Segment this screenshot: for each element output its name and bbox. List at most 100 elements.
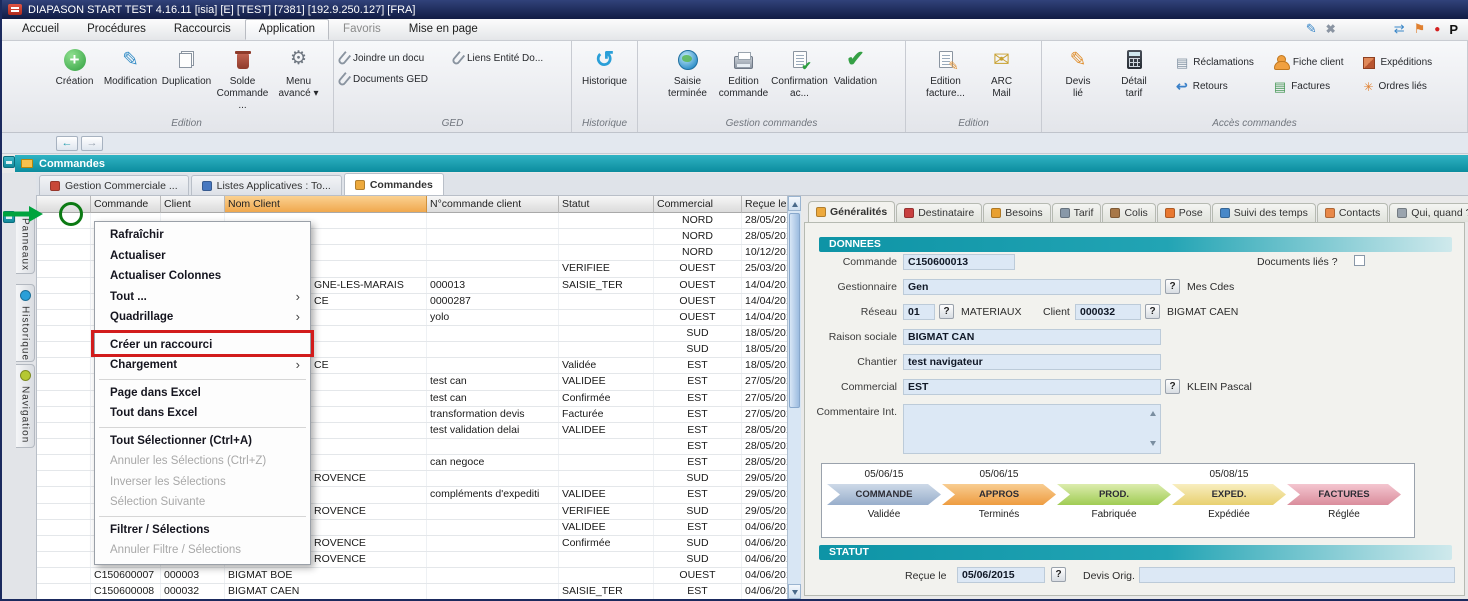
recue-le-field[interactable]: 05/06/2015 — [957, 567, 1045, 583]
column-header-commercial[interactable]: Commercial — [654, 196, 742, 213]
ribbon-button-historique[interactable]: ↺Historique — [577, 43, 633, 91]
detail-tab-generalites[interactable]: Généralités — [808, 201, 895, 222]
letter-p[interactable]: P — [1449, 22, 1458, 37]
menu-item-selection-suivante: Sélection Suivante — [96, 492, 309, 513]
ribbon-button-solde-commande[interactable]: Solde Commande ... — [215, 43, 271, 115]
menu-item-annuler-les-selections-ctrl-z: Annuler les Sélections (Ctrl+Z) — [96, 451, 309, 472]
scroll-up-icon[interactable] — [788, 196, 801, 211]
detail-tab-destinataire[interactable]: Destinataire — [896, 203, 982, 222]
record-icon[interactable]: ● — [1434, 24, 1440, 35]
menu-item-page-dans-excel[interactable]: Page dans Excel — [96, 383, 309, 404]
column-header-n-commande-client[interactable]: N°commande client — [427, 196, 559, 213]
client-field[interactable]: 000032 — [1075, 304, 1141, 320]
gestionnaire-field[interactable]: Gen — [903, 279, 1161, 295]
sidebar-tab-historique[interactable]: Historique — [16, 284, 35, 362]
ribbon-button-liens-entite-do[interactable]: Liens Entité Do... — [450, 48, 564, 69]
table-row[interactable]: C150600008000032BIGMAT CAENSAISIE_TEREST… — [37, 584, 787, 599]
menu-tab-application[interactable]: Application — [245, 19, 329, 40]
spinner-up-icon[interactable] — [1149, 409, 1158, 418]
ribbon-button-expeditions[interactable]: Expéditions — [1359, 52, 1436, 73]
ribbon-button-reclamations[interactable]: ▤Réclamations — [1172, 52, 1258, 73]
menu-item-actualiser-colonnes[interactable]: Actualiser Colonnes — [96, 266, 309, 287]
edit-icon[interactable]: ✎ — [1306, 21, 1317, 37]
ribbon-button-factures[interactable]: ▤Factures — [1270, 76, 1348, 97]
cell: OUEST — [654, 310, 742, 325]
menu-tab-mise-en-page[interactable]: Mise en page — [395, 19, 492, 40]
lookup-button[interactable] — [1145, 304, 1160, 319]
ribbon-button-confirmation-ac[interactable]: Confirmation ac... — [772, 43, 828, 103]
close-icon[interactable]: ✖ — [1326, 22, 1336, 36]
ribbon-button-modification[interactable]: ✎Modification — [103, 43, 159, 91]
reseau-field[interactable]: 01 — [903, 304, 935, 320]
detail-tab-besoins[interactable]: Besoins — [983, 203, 1050, 222]
lookup-button[interactable] — [1165, 379, 1180, 394]
column-header-commande[interactable]: Commande — [91, 196, 161, 213]
menu-item-chargement[interactable]: Chargement› — [96, 355, 309, 376]
lookup-button[interactable] — [1165, 279, 1180, 294]
panel-toggle-icon[interactable] — [3, 156, 15, 168]
cell: C150600008 — [91, 584, 161, 599]
menu-item-actualiser[interactable]: Actualiser — [96, 246, 309, 267]
chantier-field[interactable]: test navigateur — [903, 354, 1161, 370]
documents-lies-checkbox[interactable] — [1354, 255, 1365, 266]
ribbon-button-creation[interactable]: +Création — [47, 43, 103, 91]
ribbon-button-arc-mail[interactable]: ✉ARC Mail — [974, 43, 1030, 103]
nav-forward-button[interactable]: → — [81, 136, 103, 151]
ribbon-button-edition-commande[interactable]: Edition commande — [716, 43, 772, 103]
sidebar-tab-navigation[interactable]: Navigation — [16, 364, 35, 448]
scrollbar-thumb[interactable] — [789, 213, 800, 408]
column-header-nom-client[interactable]: Nom Client — [225, 196, 427, 213]
ribbon-button-detail-tarif[interactable]: Détail tarif — [1106, 43, 1162, 103]
ribbon-button-joindre-un-docu[interactable]: Joindre un docu — [336, 48, 450, 69]
menu-tab-procedures[interactable]: Procédures — [73, 19, 160, 40]
ribbon-button-retours[interactable]: ↩Retours — [1172, 76, 1258, 97]
menu-item-filtrer-selections[interactable]: Filtrer / Sélections — [96, 520, 309, 541]
detail-tab-suivi-des-temps[interactable]: Suivi des temps — [1212, 203, 1316, 222]
ribbon-button-documents-ged[interactable]: Documents GED — [336, 69, 450, 90]
annotation-highlight-box — [91, 330, 314, 357]
ribbon-button-menu-avance[interactable]: ⚙Menu avancé ▾ — [271, 43, 327, 103]
detail-tab-contacts[interactable]: Contacts — [1317, 203, 1388, 222]
flag-icon[interactable]: ⚑ — [1414, 21, 1426, 37]
ribbon-button-fiche-client[interactable]: Fiche client — [1270, 52, 1348, 73]
ribbon-button-validation[interactable]: ✔Validation — [828, 43, 884, 91]
detail-tab-tarif[interactable]: Tarif — [1052, 203, 1102, 222]
commentaire-field[interactable] — [903, 404, 1161, 454]
sidebar-tab-label: Panneaux — [20, 218, 31, 271]
sync-icon[interactable]: ⇄ — [1394, 21, 1405, 37]
detail-tab-pose[interactable]: Pose — [1157, 203, 1211, 222]
doc-tab-listes-applicatives-to[interactable]: Listes Applicatives : To... — [191, 175, 342, 195]
menu-item-tout-dans-excel[interactable]: Tout dans Excel — [96, 403, 309, 424]
column-header-client[interactable]: Client — [161, 196, 225, 213]
menu-tab-favoris[interactable]: Favoris — [329, 19, 395, 40]
menu-item-tout-selectionner-ctrl-a[interactable]: Tout Sélectionner (Ctrl+A) — [96, 431, 309, 452]
menu-item-rafraichir[interactable]: Rafraîchir — [96, 225, 309, 246]
ribbon-button-edition-facture[interactable]: Edition facture... — [918, 43, 974, 103]
commande-field[interactable]: C150600013 — [903, 254, 1015, 270]
doc-tab-gestion-commerciale[interactable]: Gestion Commerciale ... — [39, 175, 189, 195]
menu-item-tout[interactable]: Tout ...› — [96, 287, 309, 308]
scroll-down-icon[interactable] — [788, 584, 801, 599]
cell: EST — [654, 487, 742, 502]
nav-back-button[interactable]: ← — [56, 136, 78, 151]
lookup-button[interactable] — [1051, 567, 1066, 582]
column-header-recue-le[interactable]: Reçue le — [742, 196, 788, 213]
ribbon-button-duplication[interactable]: Duplication — [159, 43, 215, 91]
vertical-scrollbar[interactable] — [787, 196, 801, 599]
devis-orig-field[interactable] — [1139, 567, 1455, 583]
ribbon-button-ordres-lies[interactable]: ✳Ordres liés — [1359, 76, 1436, 97]
menu-tab-accueil[interactable]: Accueil — [8, 19, 73, 40]
detail-tab-qui-quand[interactable]: Qui, quand ? — [1389, 203, 1468, 222]
raison-sociale-field[interactable]: BIGMAT CAN — [903, 329, 1161, 345]
ribbon-button-devis-lie[interactable]: ✎Devis lié — [1050, 43, 1106, 103]
detail-tab-colis[interactable]: Colis — [1102, 203, 1155, 222]
table-row[interactable]: C150600007000003BIGMAT BOEOUEST04/06/201 — [37, 568, 787, 584]
column-header-statut[interactable]: Statut — [559, 196, 654, 213]
commercial-field[interactable]: EST — [903, 379, 1161, 395]
menu-tab-raccourcis[interactable]: Raccourcis — [160, 19, 245, 40]
spinner-down-icon[interactable] — [1149, 439, 1158, 448]
ribbon-button-saisie-terminee[interactable]: Saisie terminée — [660, 43, 716, 103]
lookup-button[interactable] — [939, 304, 954, 319]
menu-item-quadrillage[interactable]: Quadrillage› — [96, 307, 309, 328]
doc-tab-commandes[interactable]: Commandes — [344, 173, 444, 195]
